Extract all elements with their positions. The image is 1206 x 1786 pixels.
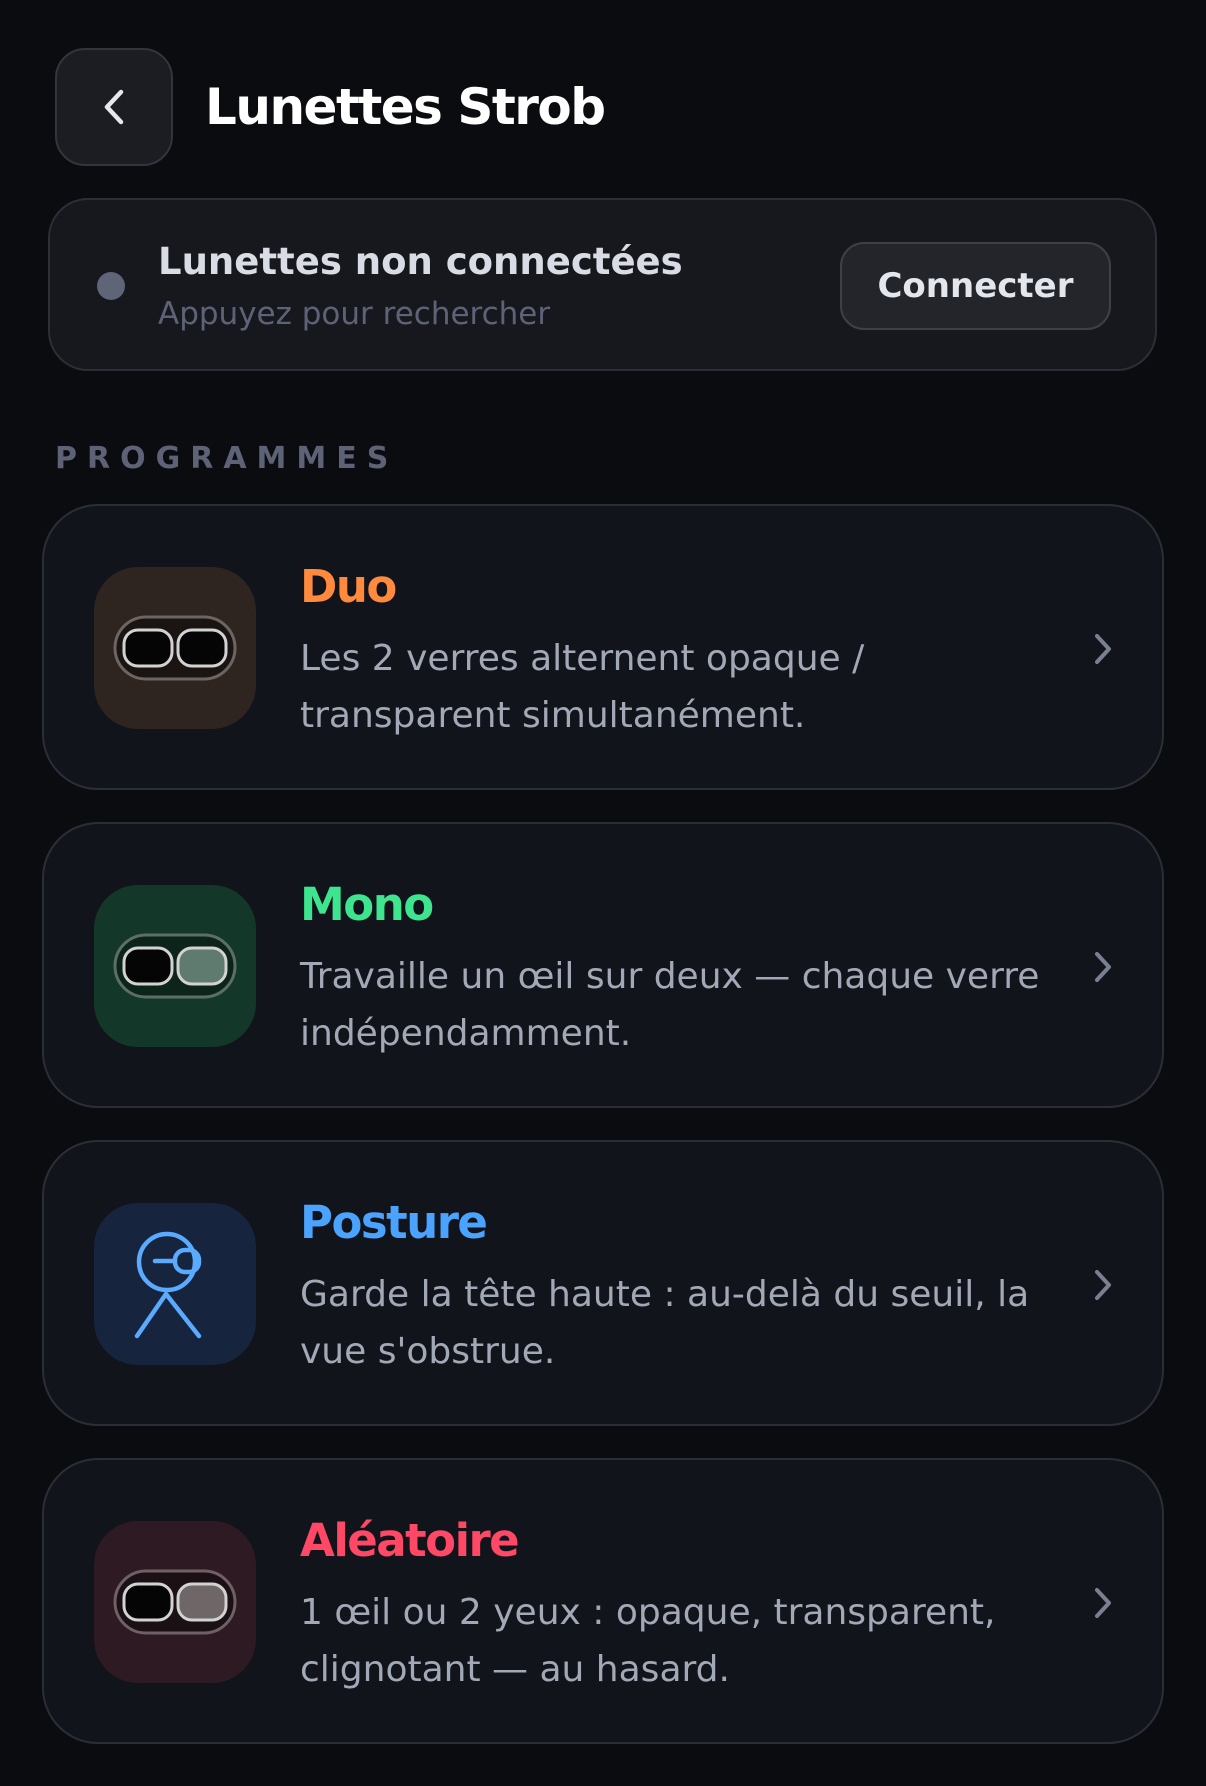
- program-description-mono: Travaille un œil sur deux — chaque verre…: [300, 956, 1040, 1054]
- program-name-posture: Posture: [300, 1196, 488, 1249]
- glasses-random-icon: [113, 1569, 237, 1635]
- connect-button[interactable]: Connecter: [840, 242, 1111, 330]
- program-card-duo[interactable]: Duo Les 2 verres alternent opaque / tran…: [42, 504, 1164, 790]
- connection-status-dot: [97, 272, 125, 300]
- program-name-mono: Mono: [300, 878, 434, 931]
- connection-status-title: Lunettes non connectées: [158, 240, 683, 283]
- glasses-both-opaque-icon: [113, 615, 237, 681]
- program-name-duo: Duo: [300, 560, 397, 613]
- person-head-up-icon: [134, 1231, 202, 1339]
- program-description-duo: Les 2 verres alternent opaque / transpar…: [300, 638, 865, 736]
- connection-card[interactable]: Lunettes non connectées Appuyez pour rec…: [48, 198, 1157, 371]
- chevron-right-icon: [1095, 1588, 1111, 1618]
- chevron-right-icon: [1095, 634, 1111, 664]
- chevron-right-icon: [1095, 1270, 1111, 1300]
- program-icon-duo: [94, 567, 256, 729]
- back-button[interactable]: [55, 48, 173, 166]
- header: Lunettes Strob: [55, 48, 606, 166]
- program-description-aleatoire: 1 œil ou 2 yeux : opaque, transparent, c…: [300, 1592, 996, 1690]
- chevron-right-icon: [1095, 952, 1111, 982]
- program-card-aleatoire[interactable]: Aléatoire 1 œil ou 2 yeux : opaque, tran…: [42, 1458, 1164, 1744]
- connection-status-subtitle: Appuyez pour rechercher: [158, 296, 551, 332]
- program-card-mono[interactable]: Mono Travaille un œil sur deux — chaque …: [42, 822, 1164, 1108]
- program-name-aleatoire: Aléatoire: [300, 1514, 520, 1567]
- program-card-posture[interactable]: Posture Garde la tête haute : au-delà du…: [42, 1140, 1164, 1426]
- glasses-one-eye-icon: [113, 933, 237, 999]
- section-label-programmes: PROGRAMMES: [55, 441, 399, 476]
- program-icon-mono: [94, 885, 256, 1047]
- program-icon-posture: [94, 1203, 256, 1365]
- chevron-left-icon: [104, 89, 124, 125]
- program-description-posture: Garde la tête haute : au-delà du seuil, …: [300, 1274, 1030, 1372]
- program-icon-aleatoire: [94, 1521, 256, 1683]
- page-title: Lunettes Strob: [205, 78, 606, 136]
